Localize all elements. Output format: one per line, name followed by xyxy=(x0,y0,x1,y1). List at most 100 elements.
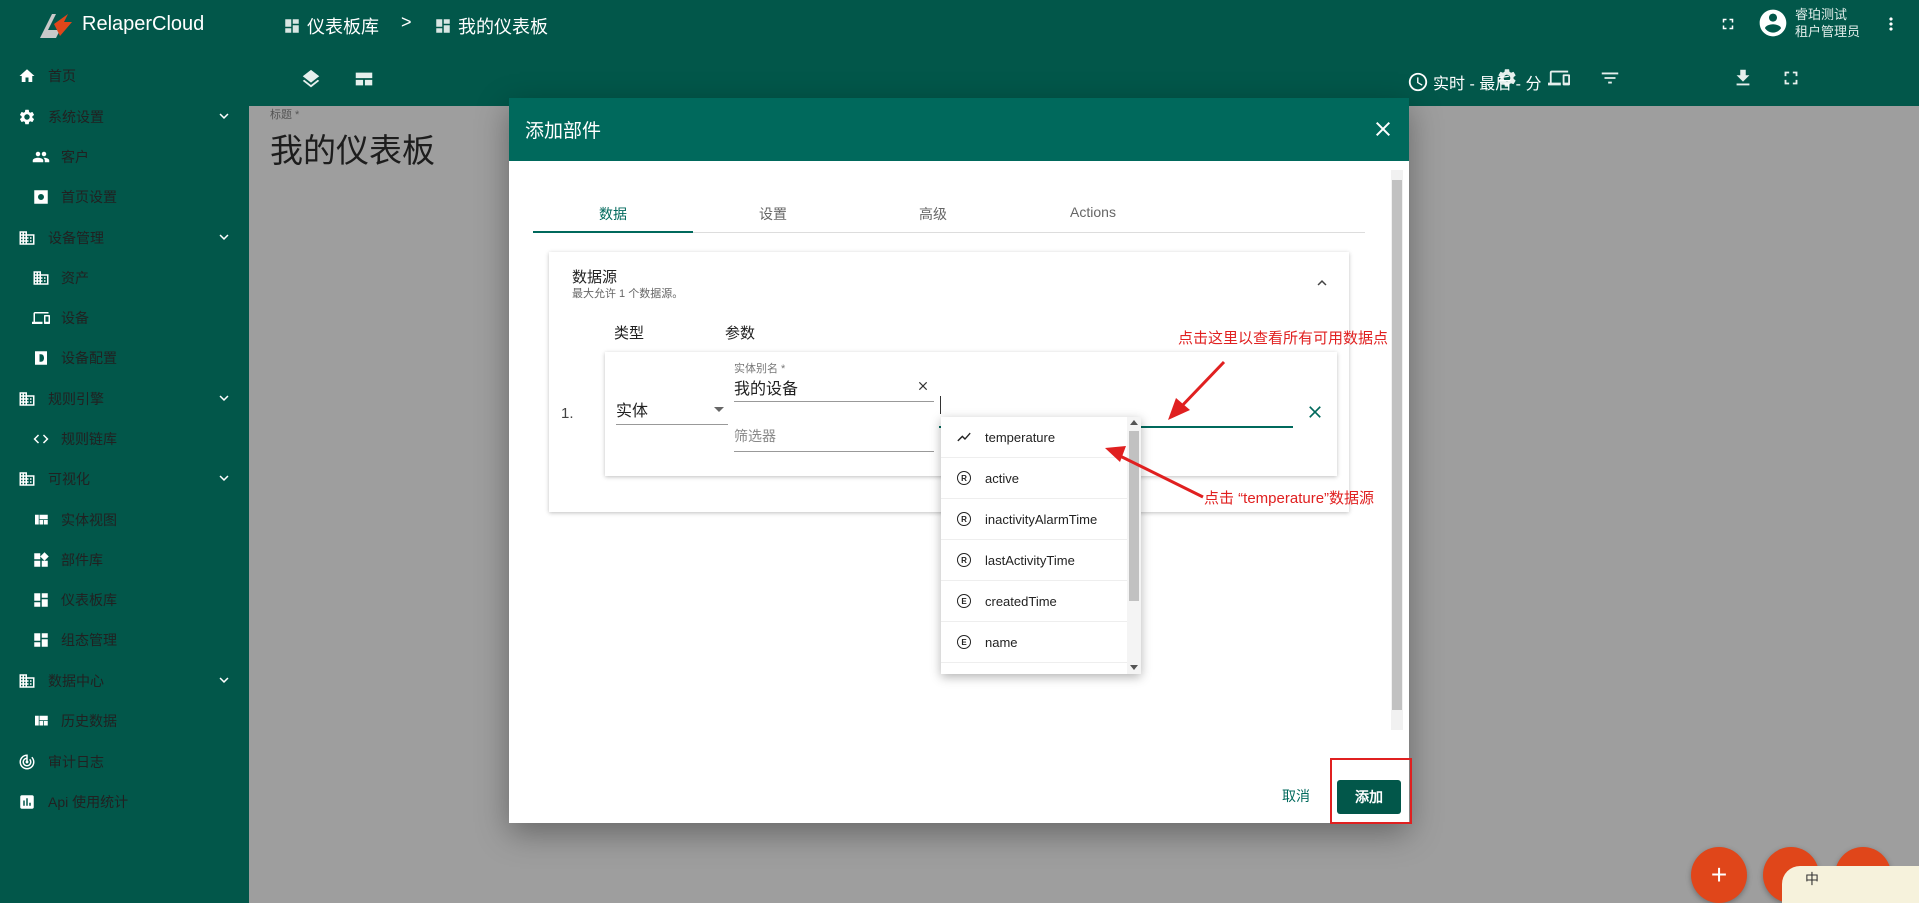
sidebar-item[interactable]: 首页设置 xyxy=(0,177,249,217)
sidebar-item[interactable]: 客户 xyxy=(0,137,249,177)
more-vert-icon[interactable] xyxy=(1881,12,1901,36)
dropdown-item[interactable]: R lastActivityTime xyxy=(941,540,1127,581)
clear-icon[interactable] xyxy=(916,379,930,393)
timeseries-icon xyxy=(955,428,973,446)
close-icon[interactable] xyxy=(1371,117,1395,141)
chevron-down-icon[interactable] xyxy=(215,389,233,407)
user-name: 睿珀测试 xyxy=(1795,7,1848,22)
dropdown-scrollbar[interactable] xyxy=(1127,417,1141,674)
sidebar-item-label: 实体视图 xyxy=(61,512,117,528)
sidebar-item[interactable]: 规则引擎 xyxy=(0,379,249,419)
filter-list-icon[interactable] xyxy=(1599,67,1621,89)
dashboard-icon xyxy=(31,629,51,651)
download-icon[interactable] xyxy=(1732,67,1754,89)
user-role: 租户管理员 xyxy=(1795,24,1861,39)
fullscreen-icon[interactable] xyxy=(1780,67,1802,89)
sidebar-item[interactable]: 组态管理 xyxy=(0,620,249,660)
sidebar-item[interactable]: 设备 xyxy=(0,298,249,338)
dropdown-item[interactable]: temperature xyxy=(941,417,1127,458)
tab-settings[interactable]: 设置 xyxy=(693,194,853,232)
sidebar-item[interactable]: 可视化 xyxy=(0,459,249,499)
scroll-up-icon[interactable] xyxy=(1130,420,1138,425)
filter-field[interactable]: 筛选器 xyxy=(734,426,934,452)
devices-icon[interactable] xyxy=(1548,67,1570,89)
sidebar-item[interactable]: 历史数据 xyxy=(0,701,249,741)
code-arrows-icon xyxy=(31,428,51,450)
sidebar-item-label: 组态管理 xyxy=(61,632,117,648)
dropdown-item-label: createdTime xyxy=(985,593,1057,609)
dropdown-item[interactable]: E name xyxy=(941,622,1127,663)
user-menu[interactable]: 睿珀测试 租户管理员 xyxy=(1757,6,1860,40)
type-select[interactable]: 实体 xyxy=(616,397,728,425)
dialog-scrollbar[interactable] xyxy=(1391,170,1403,730)
breadcrumb-parent[interactable]: 仪表板库 xyxy=(283,13,379,39)
fullscreen-icon[interactable] xyxy=(1719,15,1737,33)
dashboard-icon xyxy=(436,19,450,33)
add-fab-button[interactable]: + xyxy=(1691,847,1747,903)
chevron-down-icon[interactable] xyxy=(215,228,233,246)
tab-data[interactable]: 数据 xyxy=(533,194,693,233)
sidebar-item[interactable]: 审计日志 xyxy=(0,742,249,782)
entity-field-icon: E xyxy=(957,594,971,608)
building-icon xyxy=(31,267,51,289)
breadcrumb-separator: > xyxy=(401,12,412,32)
dropdown-item-label: active xyxy=(985,470,1019,486)
people-icon xyxy=(31,146,51,168)
scroll-down-icon[interactable] xyxy=(1130,665,1138,670)
sidebar-item-label: 仪表板库 xyxy=(61,592,117,608)
entity-alias-value: 我的设备 xyxy=(734,381,799,398)
sidebar-item[interactable]: 仪表板库 xyxy=(0,580,249,620)
sidebar-item-label: 审计日志 xyxy=(48,754,104,770)
sidebar-item[interactable]: 资产 xyxy=(0,258,249,298)
sidebar-item[interactable]: 部件库 xyxy=(0,540,249,580)
sidebar-item-label: 部件库 xyxy=(61,552,103,568)
ime-label: 中 xyxy=(1805,871,1819,887)
sidebar-item[interactable]: 设备管理 xyxy=(0,218,249,258)
chevron-down-icon[interactable] xyxy=(215,107,233,125)
layers-icon[interactable] xyxy=(300,68,322,90)
sidebar-item[interactable]: 规则链库 xyxy=(0,419,249,459)
timewindow-label: 实时 - 最后 - 分 xyxy=(1433,76,1542,93)
cancel-button[interactable]: 取消 xyxy=(1282,786,1310,806)
sidebar-item[interactable]: 实体视图 xyxy=(0,500,249,540)
chevron-down-icon[interactable] xyxy=(215,469,233,487)
sidebar-item[interactable]: Api 使用统计 xyxy=(0,782,249,822)
breadcrumb-current: 我的仪表板 xyxy=(434,13,548,39)
dropdown-item[interactable]: R inactivityAlarmTime xyxy=(941,499,1127,540)
app-logo[interactable]: RelaperCloud xyxy=(0,0,249,49)
chevron-down-icon[interactable] xyxy=(215,671,233,689)
clear-keys-icon[interactable] xyxy=(1305,402,1325,422)
view-layout-icon[interactable] xyxy=(353,68,375,90)
breadcrumb-parent-label: 仪表板库 xyxy=(307,17,379,37)
data-key-dropdown: temperature R active R inactivityAlarmTi… xyxy=(941,417,1141,674)
clock-icon xyxy=(1408,72,1428,92)
tab-actions[interactable]: Actions xyxy=(1013,194,1173,232)
sidebar-item[interactable]: 设备配置 xyxy=(0,338,249,378)
filter-placeholder: 筛选器 xyxy=(734,428,776,444)
row-index: 1. xyxy=(561,405,574,422)
dropdown-item-label: inactivityAlarmTime xyxy=(985,511,1098,527)
chevron-up-icon[interactable] xyxy=(1313,274,1331,292)
sidebar-item[interactable]: 数据中心 xyxy=(0,661,249,701)
column-type-header: 类型 xyxy=(614,325,645,342)
sidebar-item-label: 设备 xyxy=(61,310,89,326)
sidebar-item[interactable]: 系统设置 xyxy=(0,97,249,137)
ime-widget[interactable] xyxy=(1782,866,1919,903)
entity-alias-label: 实体别名 * xyxy=(734,363,786,375)
home-icon xyxy=(16,65,38,87)
devices-icon xyxy=(31,307,51,329)
sidebar-item-label: 规则引擎 xyxy=(48,391,104,407)
breadcrumb-current-label: 我的仪表板 xyxy=(458,17,548,37)
dialog-title: 添加部件 xyxy=(525,121,602,142)
sidebar-item-label: 数据中心 xyxy=(48,673,104,689)
dropdown-item-label: temperature xyxy=(985,429,1056,445)
annotation-hint-bottom: 点击 “temperature”数据源 xyxy=(1204,490,1375,507)
dropdown-item[interactable]: R active xyxy=(941,458,1127,499)
entity-alias-field[interactable]: 我的设备 xyxy=(734,375,934,402)
timewindow-button[interactable]: 实时 - 最后 - 分 xyxy=(1407,70,1541,94)
tab-advanced[interactable]: 高级 xyxy=(853,194,1013,232)
dropdown-item[interactable]: E createdTime xyxy=(941,581,1127,622)
dropdown-item-label: lastActivityTime xyxy=(985,552,1075,568)
building-icon xyxy=(16,468,38,490)
sidebar-item[interactable]: 首页 xyxy=(0,56,249,96)
